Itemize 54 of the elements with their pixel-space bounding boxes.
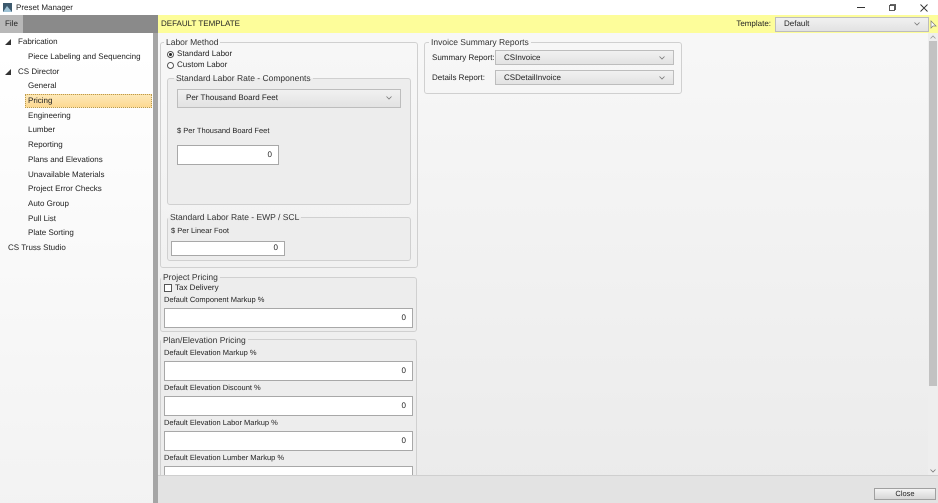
- tree-item[interactable]: General: [25, 79, 152, 94]
- input-field[interactable]: 0: [171, 240, 285, 256]
- tree-item[interactable]: Project Error Checks: [25, 182, 152, 197]
- checkbox-label: Tax Delivery: [175, 282, 219, 294]
- group-title: Plan/Elevation Pricing: [162, 334, 247, 346]
- field-label: Details Report:: [432, 72, 486, 84]
- dropdown[interactable]: CSDetailInvoice: [495, 70, 674, 86]
- tree-item[interactable]: Pricing: [25, 94, 152, 108]
- scroll-down-icon[interactable]: [930, 467, 936, 475]
- tree-item[interactable]: Plate Sorting: [25, 226, 152, 241]
- caret-icon: [386, 96, 392, 100]
- input-field[interactable]: 0: [164, 361, 413, 382]
- group-title: Standard Labor Rate - Components: [175, 72, 312, 84]
- field-label: Summary Report:: [432, 52, 495, 64]
- expanded-icon[interactable]: [5, 68, 11, 75]
- caret-icon: [659, 56, 665, 60]
- caret-icon: [659, 76, 665, 80]
- group-title: Invoice Summary Reports: [430, 36, 530, 49]
- tree-item[interactable]: CS Director: [15, 66, 62, 78]
- dropdown[interactable]: Per Thousand Board Feet: [177, 88, 401, 108]
- restore-icon[interactable]: [889, 4, 896, 11]
- radio-button[interactable]: [167, 50, 174, 58]
- group-title: Project Pricing: [162, 270, 219, 284]
- file-menu[interactable]: File: [0, 15, 23, 33]
- radio-button[interactable]: [167, 62, 174, 69]
- app-icon: [3, 3, 12, 12]
- template-label: Template:: [736, 18, 771, 30]
- close-icon[interactable]: [920, 4, 928, 12]
- tree-item[interactable]: Reporting: [25, 138, 152, 152]
- dropdown[interactable]: CSInvoice: [495, 50, 674, 66]
- tree-item[interactable]: Auto Group: [25, 196, 152, 212]
- tree-item[interactable]: CS Truss Studio: [5, 242, 69, 254]
- tree-item[interactable]: Engineering: [25, 108, 152, 124]
- dropdown[interactable]: Default: [775, 16, 929, 32]
- input-field[interactable]: 0: [164, 431, 413, 452]
- tree-item[interactable]: Unavailable Materials: [25, 167, 152, 182]
- group-title: Labor Method: [165, 36, 220, 49]
- input-field[interactable]: 0: [177, 144, 279, 165]
- input-field[interactable]: 0: [164, 308, 413, 328]
- checkbox[interactable]: [164, 284, 172, 292]
- tree-item[interactable]: Piece Labeling and Sequencing: [25, 50, 152, 64]
- group-title: Standard Labor Rate - EWP / SCL: [169, 210, 300, 224]
- caret-icon: [914, 22, 920, 26]
- radio-label: Standard Labor: [177, 48, 232, 60]
- header-title: DEFAULT TEMPLATE: [161, 18, 240, 30]
- window-title: Preset Manager: [16, 2, 73, 14]
- tree-item[interactable]: Pull List: [25, 211, 152, 226]
- radio-label: Custom Labor: [177, 59, 228, 72]
- tree-item[interactable]: Plans and Elevations: [25, 152, 152, 168]
- tree-item[interactable]: Lumber: [25, 123, 152, 138]
- tree-item[interactable]: Fabrication: [15, 36, 61, 48]
- pointer-icon: [930, 20, 937, 28]
- input-field[interactable]: 0: [164, 396, 413, 416]
- expanded-icon[interactable]: [5, 39, 11, 46]
